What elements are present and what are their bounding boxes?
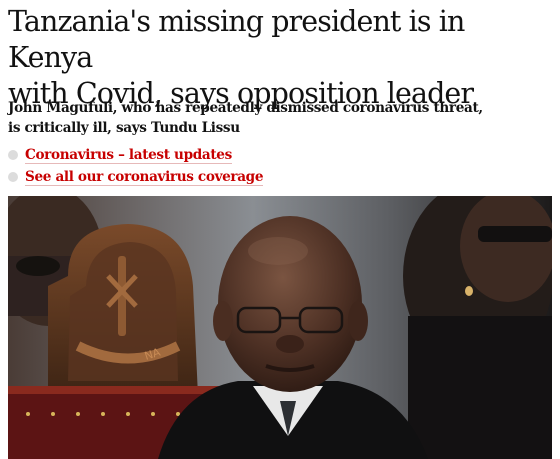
related-link-item: See all our coronavirus coverage	[8, 166, 556, 188]
standfirst-line-1: John Magufuli, who has repeatedly dismis…	[8, 100, 483, 116]
photo-illustration: NA	[8, 196, 552, 459]
headline-line-1: Tanzania's missing president is in Kenya	[8, 5, 465, 74]
article-headline: Tanzania's missing president is in Kenya…	[8, 4, 556, 112]
related-link-item: Coronavirus – latest updates	[8, 144, 556, 166]
coronavirus-coverage-link[interactable]: See all our coronavirus coverage	[25, 169, 263, 186]
article-header: Tanzania's missing president is in Kenya…	[0, 0, 560, 459]
bullet-dot-icon	[8, 150, 18, 160]
coronavirus-latest-updates-link[interactable]: Coronavirus – latest updates	[25, 147, 232, 164]
related-links-list: Coronavirus – latest updates See all our…	[8, 144, 556, 188]
article-standfirst: John Magufuli, who has repeatedly dismis…	[8, 98, 556, 138]
article-photo: NA	[8, 196, 552, 459]
bullet-dot-icon	[8, 172, 18, 182]
standfirst-line-2: is critically ill, says Tundu Lissu	[8, 120, 240, 136]
